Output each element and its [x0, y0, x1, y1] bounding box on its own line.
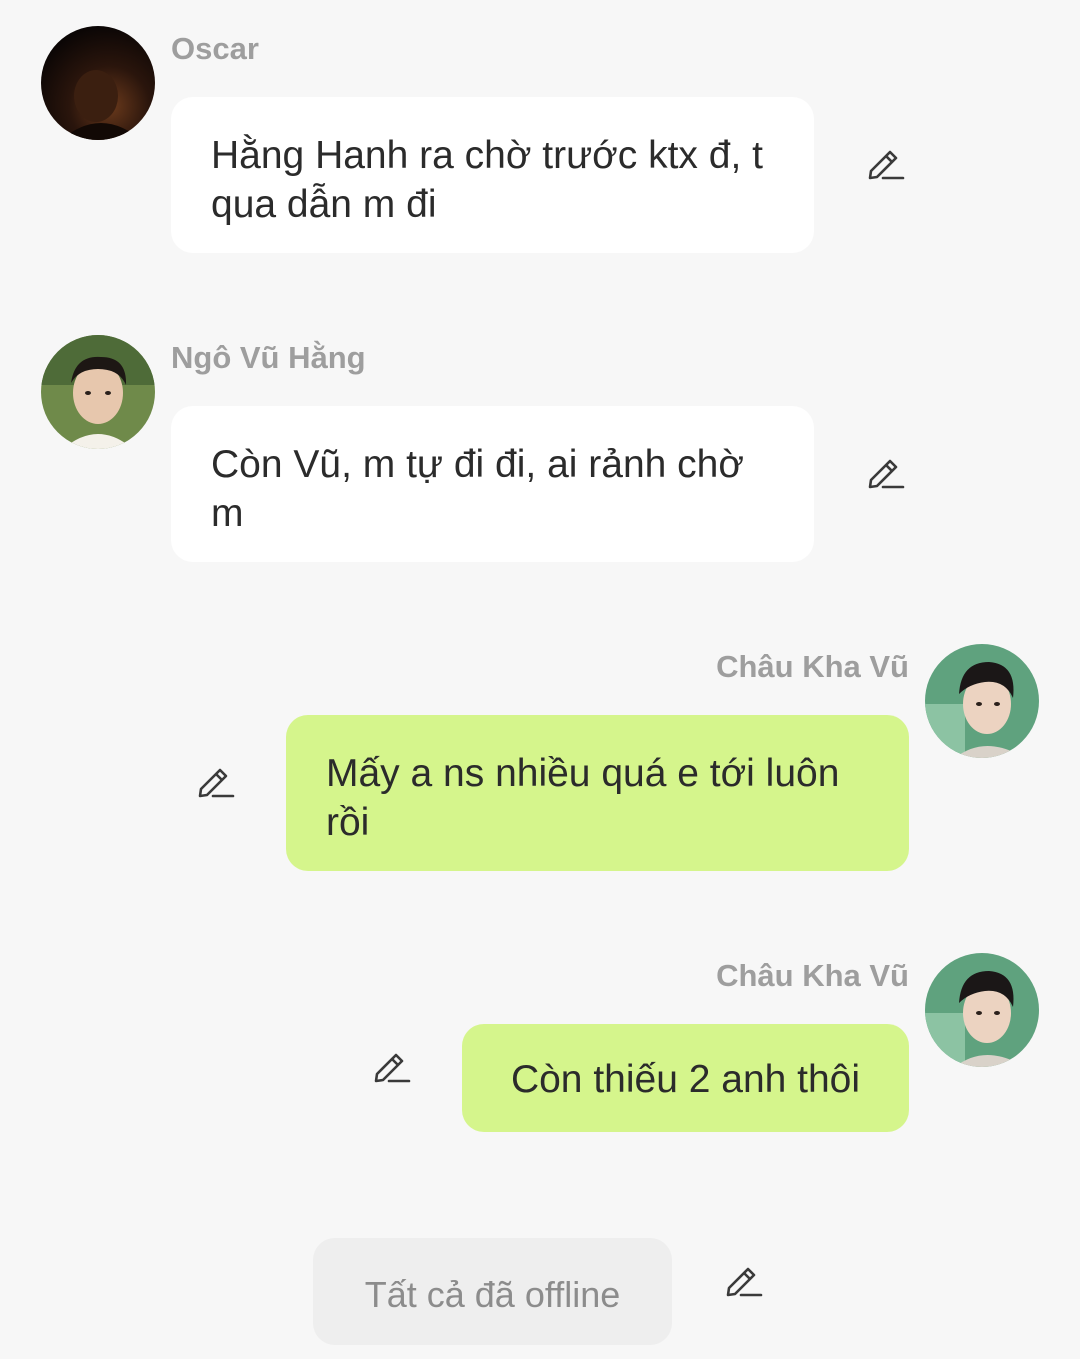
- system-message: Tất cả đã offline: [313, 1238, 672, 1345]
- edit-icon[interactable]: [195, 760, 235, 800]
- message-text: Còn Vũ, m tự đi đi, ai rảnh chờ m: [211, 443, 744, 535]
- message-text: Còn thiếu 2 anh thôi: [510, 1058, 861, 1101]
- sender-name: Oscar: [171, 31, 259, 66]
- message-text: Mấy a ns nhiều quá e tới luôn rồi: [326, 752, 840, 844]
- message-text: Hằng Hanh ra chờ trước ktx đ, t qua dẫn …: [211, 134, 763, 226]
- avatar-oscar-image: [41, 26, 155, 140]
- chat-thread: Oscar Hằng Hanh ra chờ trước ktx đ, t qu…: [0, 0, 1080, 1359]
- edit-icon[interactable]: [371, 1045, 411, 1085]
- sender-name: Châu Kha Vũ: [716, 958, 909, 993]
- message-bubble[interactable]: Còn Vũ, m tự đi đi, ai rảnh chờ m: [171, 406, 814, 562]
- message-bubble[interactable]: Hằng Hanh ra chờ trước ktx đ, t qua dẫn …: [171, 97, 814, 253]
- avatar-oscar[interactable]: [41, 26, 155, 140]
- system-message-text: Tất cả đã offline: [364, 1274, 621, 1315]
- edit-icon[interactable]: [723, 1259, 763, 1299]
- edit-icon[interactable]: [865, 451, 905, 491]
- message-bubble[interactable]: Mấy a ns nhiều quá e tới luôn rồi: [286, 715, 909, 871]
- avatar-chau-kha-vu[interactable]: [925, 953, 1039, 1067]
- sender-name: Châu Kha Vũ: [716, 649, 909, 684]
- sender-name: Ngô Vũ Hằng: [171, 340, 366, 375]
- avatar-chau-kha-vu[interactable]: [925, 644, 1039, 758]
- avatar-ngo-vu-hang-image: [41, 335, 155, 449]
- avatar-chau-kha-vu-image: [925, 953, 1039, 1067]
- edit-icon[interactable]: [865, 142, 905, 182]
- message-bubble[interactable]: Còn thiếu 2 anh thôi: [462, 1024, 909, 1132]
- avatar-chau-kha-vu-image: [925, 644, 1039, 758]
- avatar-ngo-vu-hang[interactable]: [41, 335, 155, 449]
